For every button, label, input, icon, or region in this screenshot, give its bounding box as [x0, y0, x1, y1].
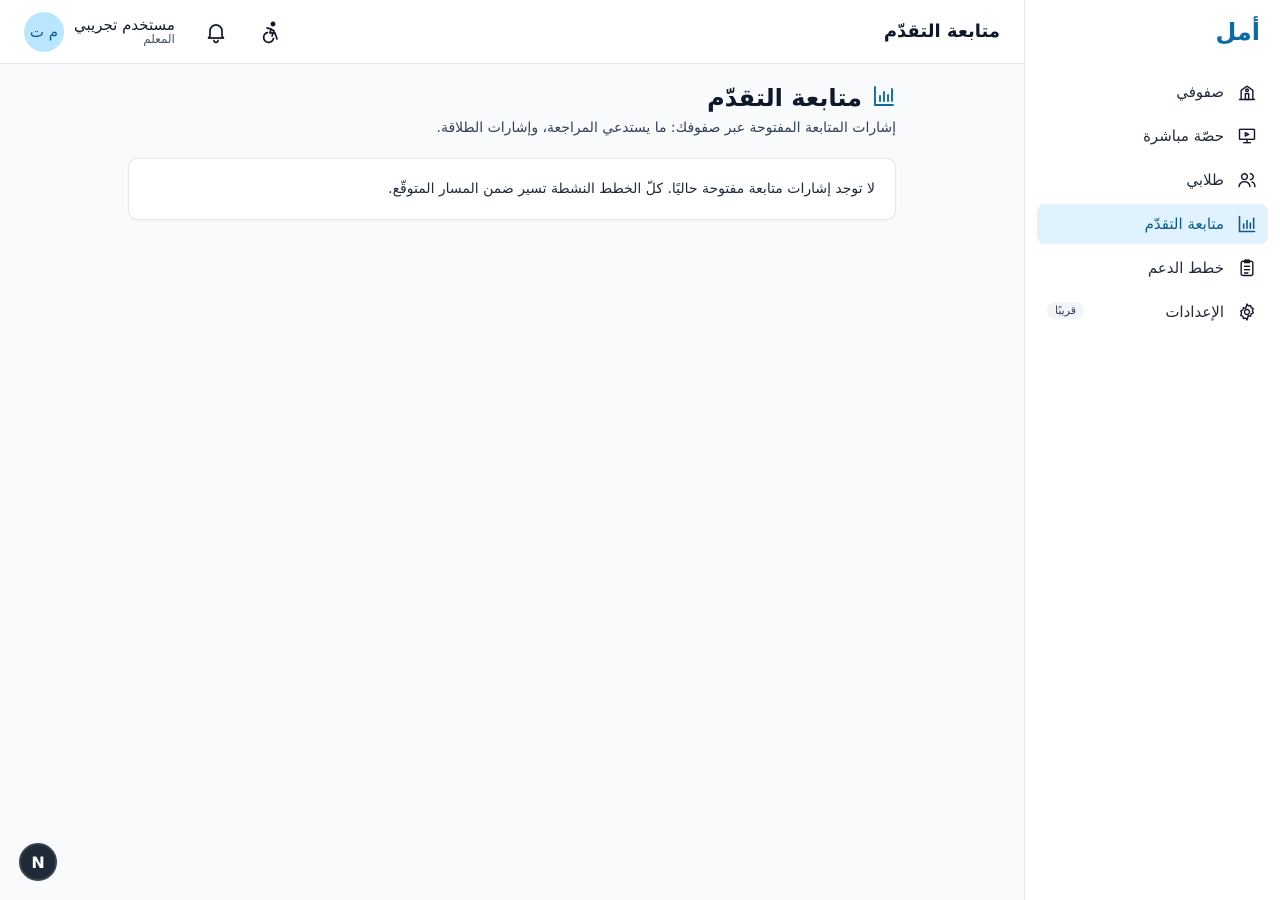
bar-chart-icon	[1236, 213, 1258, 235]
sidebar-item-my-classes[interactable]: صفوفي	[1037, 72, 1268, 112]
content-wrapper: متابعة التقدّم إشارات المتابعة المفتوحة …	[128, 84, 896, 220]
sidebar-item-label: الإعدادات	[1165, 303, 1224, 321]
empty-state-message: لا توجد إشارات متابعة مفتوحة حاليًا. كلّ…	[388, 181, 875, 197]
app-root: أمل صفوفي حصّة مباشرة طلابي متابعة التقد…	[0, 0, 1280, 900]
user-menu[interactable]: مستخدم تجريبي المعلم م ت	[24, 11, 175, 52]
sidebar-item-label: خطط الدعم	[1147, 259, 1224, 277]
sidebar-item-support-plans[interactable]: خطط الدعم	[1037, 248, 1268, 288]
page-title: متابعة التقدّم	[707, 84, 862, 112]
topbar-title: متابعة التقدّم	[883, 21, 1000, 42]
avatar[interactable]: م ت	[24, 11, 64, 52]
sidebar-item-my-students[interactable]: طلابي	[1037, 160, 1268, 200]
sidebar-item-progress[interactable]: متابعة التقدّم	[1037, 204, 1268, 244]
school-icon	[1236, 81, 1258, 103]
sidebar-nav: صفوفي حصّة مباشرة طلابي متابعة التقدّم خ…	[1025, 64, 1280, 344]
accessibility-icon[interactable]	[257, 19, 283, 45]
sidebar-item-label: طلابي	[1186, 171, 1224, 189]
bar-chart-icon	[872, 84, 896, 112]
sidebar-item-settings[interactable]: الإعدادات قريبًا	[1037, 292, 1268, 332]
topbar: متابعة التقدّم مستخدم تجريبي المعلم م ت	[0, 0, 1024, 64]
nextjs-badge-button[interactable]: N	[19, 843, 57, 881]
presentation-icon	[1236, 125, 1258, 147]
empty-state-card: لا توجد إشارات متابعة مفتوحة حاليًا. كلّ…	[128, 158, 896, 220]
clipboard-icon	[1236, 257, 1258, 279]
sidebar-item-label: صفوفي	[1176, 83, 1224, 101]
user-name: مستخدم تجريبي	[74, 15, 175, 34]
user-role: المعلم	[143, 32, 175, 47]
users-icon	[1236, 169, 1258, 191]
page-header: متابعة التقدّم	[128, 84, 896, 112]
gear-icon	[1236, 301, 1258, 323]
coming-soon-badge: قريبًا	[1047, 302, 1085, 319]
user-info: مستخدم تجريبي المعلم	[74, 17, 175, 47]
main-content: متابعة التقدّم إشارات المتابعة المفتوحة …	[0, 64, 1024, 900]
topbar-actions: مستخدم تجريبي المعلم م ت	[24, 11, 283, 52]
sidebar-item-label: حصّة مباشرة	[1143, 127, 1224, 145]
brand-logo[interactable]: أمل	[1025, 0, 1280, 64]
sidebar: أمل صفوفي حصّة مباشرة طلابي متابعة التقد…	[1024, 0, 1280, 900]
page-subtitle: إشارات المتابعة المفتوحة عبر صفوفك: ما ي…	[436, 120, 896, 136]
sidebar-item-label: متابعة التقدّم	[1144, 215, 1224, 233]
bell-icon[interactable]	[203, 19, 229, 45]
sidebar-item-live-lesson[interactable]: حصّة مباشرة	[1037, 116, 1268, 156]
